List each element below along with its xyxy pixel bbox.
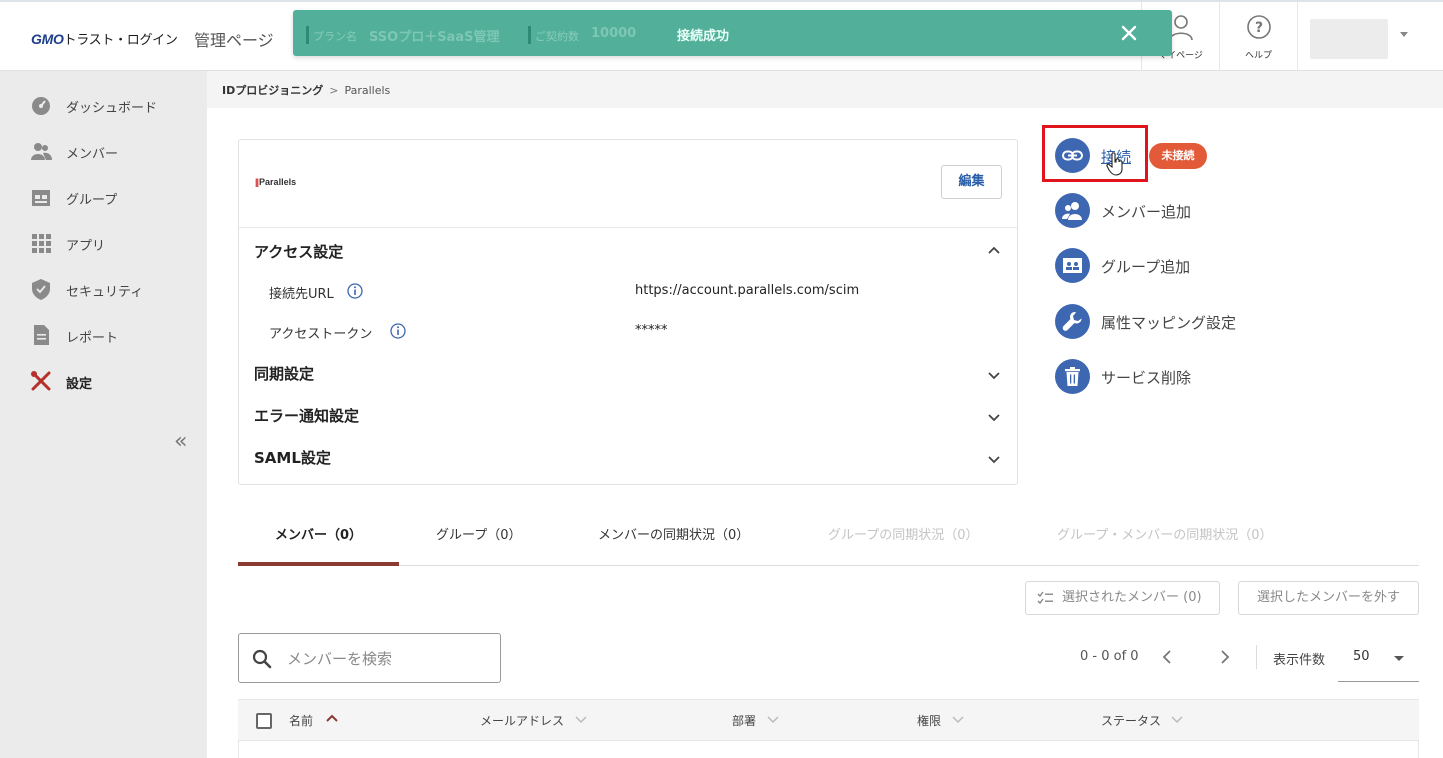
tab-groups[interactable]: グループ（0）: [436, 524, 522, 543]
link-icon: [1055, 138, 1090, 173]
breadcrumb-bar: [207, 71, 1443, 108]
plan-label: プラン名: [313, 30, 357, 43]
delete-service-action[interactable]: サービス削除: [1055, 359, 1355, 399]
column-name[interactable]: 名前: [289, 712, 313, 729]
sidebar-item-members[interactable]: メンバー: [0, 132, 207, 170]
caret-down-icon: [1394, 656, 1404, 661]
settings-tools-icon: [31, 371, 51, 391]
url-label: 接続先URL: [269, 287, 334, 302]
contract-value: 10000: [591, 26, 637, 41]
checklist-icon: [1037, 591, 1053, 605]
toast-message: 接続成功: [677, 29, 730, 44]
chevron-down-icon[interactable]: [951, 712, 965, 726]
breadcrumb-current: Parallels: [344, 84, 391, 97]
service-card-header: ||Parallels 編集: [239, 140, 1017, 228]
sidebar-item-apps[interactable]: アプリ: [0, 224, 207, 262]
search-input[interactable]: [287, 647, 487, 671]
breadcrumb: IDプロビジョニング > Parallels: [222, 84, 391, 97]
report-icon: [34, 325, 49, 345]
chevron-down-icon[interactable]: [987, 368, 1001, 382]
add-member-action[interactable]: メンバー追加: [1055, 193, 1355, 233]
toast-divider: [306, 26, 309, 44]
access-settings-header[interactable]: アクセス設定: [254, 241, 343, 262]
sync-settings-header[interactable]: 同期設定: [254, 363, 314, 384]
per-page-select[interactable]: 50: [1338, 640, 1419, 682]
pagination-range: 0 - 0 of 0: [1080, 649, 1139, 664]
column-department[interactable]: 部署: [732, 712, 756, 729]
chevron-right-icon[interactable]: [1214, 646, 1234, 668]
chevron-down-icon[interactable]: [1170, 712, 1184, 726]
tab-group-sync-status: グループの同期状況（0）: [828, 528, 979, 543]
pagination-divider: [1256, 645, 1257, 669]
chevron-down-icon[interactable]: [766, 712, 780, 726]
member-search[interactable]: [238, 633, 501, 683]
trash-icon: [1055, 359, 1090, 394]
remove-selected-button[interactable]: 選択したメンバーを外す: [1238, 581, 1419, 615]
sidebar-item-dashboard[interactable]: ダッシュボード: [0, 86, 207, 124]
per-page-label: 表示件数: [1273, 653, 1326, 668]
info-icon[interactable]: [347, 283, 363, 299]
members-icon: [1055, 193, 1090, 228]
sidebar-item-groups[interactable]: グループ: [0, 178, 207, 216]
saml-settings-header[interactable]: SAML設定: [254, 447, 331, 468]
chevron-down-icon[interactable]: [574, 712, 588, 726]
tabs-divider: [238, 565, 1419, 566]
column-role[interactable]: 権限: [917, 712, 941, 729]
info-icon[interactable]: [390, 323, 406, 339]
attribute-mapping-action[interactable]: 属性マッピング設定: [1055, 304, 1355, 344]
groups-icon: [1055, 248, 1090, 283]
active-tab-indicator: [238, 562, 399, 566]
dashboard-icon: [32, 97, 50, 115]
column-email[interactable]: メールアドレス: [480, 712, 564, 729]
help-button[interactable]: ? ヘルプ: [1219, 2, 1297, 71]
selected-members-button[interactable]: 選択されたメンバー (0): [1025, 581, 1220, 615]
token-label: アクセストークン: [269, 327, 373, 342]
members-icon: [31, 143, 52, 160]
collapse-sidebar-icon[interactable]: «: [174, 429, 187, 454]
table-header: 名前 メールアドレス 部署 権限 ステータス: [238, 699, 1419, 741]
hand-cursor-icon: [1106, 152, 1123, 176]
chevron-down-icon[interactable]: [1400, 32, 1408, 37]
tab-members[interactable]: メンバー（0）: [275, 524, 362, 543]
help-icon: ?: [1247, 15, 1271, 39]
shield-icon: [32, 279, 50, 300]
sidebar: ダッシュボード メンバー グループ アプリ セキュリティ レポート 設定 «: [0, 71, 207, 758]
contract-label: ご契約数: [535, 30, 579, 43]
status-badge: 未接続: [1149, 143, 1207, 169]
table-body: [238, 741, 1419, 758]
error-notification-header[interactable]: エラー通知設定: [254, 405, 359, 426]
url-value: https://account.parallels.com/scim: [635, 283, 860, 298]
sort-asc-icon[interactable]: [325, 712, 339, 726]
wrench-icon: [1055, 304, 1090, 339]
svg-text:?: ?: [1255, 20, 1263, 36]
parallels-logo: ||Parallels: [255, 177, 297, 187]
sidebar-item-reports[interactable]: レポート: [0, 316, 207, 354]
add-group-action[interactable]: グループ追加: [1055, 248, 1355, 288]
toast-divider: [528, 26, 531, 44]
close-icon[interactable]: [1119, 23, 1139, 43]
tab-group-member-sync-status: グループ・メンバーの同期状況（0）: [1057, 528, 1273, 543]
edit-button[interactable]: 編集: [941, 165, 1002, 199]
plan-value: SSOプロ＋SaaS管理: [369, 30, 500, 45]
success-toast: プラン名 SSOプロ＋SaaS管理 ご契約数 10000 接続成功: [293, 10, 1172, 56]
chevron-down-icon[interactable]: [987, 452, 1001, 466]
groups-icon: [32, 190, 50, 206]
service-card: ||Parallels 編集 アクセス設定 接続先URL https://acc…: [238, 139, 1018, 485]
chevron-up-icon[interactable]: [987, 243, 1001, 257]
select-all-checkbox[interactable]: [256, 713, 272, 729]
brand-logo[interactable]: GMOトラスト・ログイン: [31, 29, 178, 48]
apps-icon: [32, 234, 51, 253]
sidebar-item-security[interactable]: セキュリティ: [0, 270, 207, 308]
token-value: *****: [635, 323, 668, 338]
column-status[interactable]: ステータス: [1101, 712, 1161, 729]
account-avatar[interactable]: [1310, 19, 1388, 59]
tab-member-sync-status[interactable]: メンバーの同期状況（0）: [598, 524, 749, 543]
page-title: 管理ページ: [194, 31, 274, 50]
chevron-down-icon[interactable]: [987, 410, 1001, 424]
breadcrumb-parent[interactable]: IDプロビジョニング: [222, 84, 323, 97]
search-icon: [252, 649, 272, 669]
chevron-left-icon[interactable]: [1158, 646, 1178, 668]
sidebar-item-settings[interactable]: 設定: [0, 362, 207, 400]
